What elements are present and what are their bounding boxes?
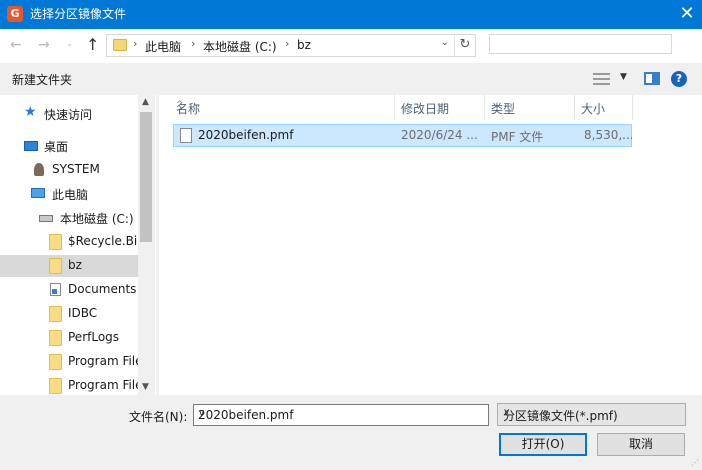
breadcrumb-separator[interactable]: › bbox=[133, 37, 137, 50]
dialog-footer: 文件名(N): 2020beifen.pmf ∨ 分区镜像文件(*.pmf) ∨… bbox=[0, 395, 702, 470]
sidebar-item-system[interactable]: SYSTEM bbox=[0, 159, 138, 181]
scrollbar-thumb[interactable] bbox=[140, 112, 152, 242]
app-icon: G bbox=[7, 6, 23, 22]
sidebar-item-this-pc[interactable]: 此电脑 bbox=[0, 183, 138, 205]
window-title: 选择分区镜像文件 bbox=[30, 7, 127, 21]
breadcrumb-local-disk[interactable]: 本地磁盘 (C:) bbox=[203, 38, 277, 55]
sidebar-item-label: Program File bbox=[68, 354, 138, 368]
scroll-up-icon[interactable]: ▲ bbox=[142, 97, 149, 107]
filename-label: 文件名(N): bbox=[129, 410, 188, 424]
title-bar: G 选择分区镜像文件 ✕ bbox=[0, 0, 702, 29]
folder-icon bbox=[113, 39, 127, 51]
computer-icon bbox=[31, 188, 45, 198]
navigation-bar: ← → ⌄ ↑ › 此电脑 › 本地磁盘 (C:) › bz ⌄ ↻ bbox=[0, 29, 702, 63]
folder-icon bbox=[49, 378, 62, 394]
desktop-icon bbox=[24, 141, 38, 151]
sidebar-item-program-files[interactable]: Program File bbox=[0, 351, 138, 373]
chevron-down-icon: ∨ bbox=[503, 407, 511, 418]
resize-grip-icon[interactable]: ⋰ bbox=[691, 458, 699, 467]
refresh-icon[interactable]: ↻ bbox=[454, 35, 475, 56]
sidebar-item-label: PerfLogs bbox=[68, 330, 120, 344]
sidebar-item-documents[interactable]: Documents bbox=[0, 279, 138, 301]
folder-icon bbox=[49, 258, 62, 274]
new-folder-button[interactable]: 新建文件夹 bbox=[12, 71, 72, 88]
scroll-down-icon[interactable]: ▼ bbox=[142, 382, 149, 392]
sidebar-item-label: 此电脑 bbox=[52, 188, 89, 202]
sidebar-item-label: $Recycle.Bin bbox=[68, 234, 138, 248]
filename-input[interactable]: 2020beifen.pmf ∨ bbox=[193, 404, 489, 426]
sidebar-item-label: Program File bbox=[68, 378, 138, 392]
open-button[interactable]: 打开(O) bbox=[499, 433, 587, 456]
cancel-button[interactable]: 取消 bbox=[597, 433, 685, 456]
sidebar-item-local-disk[interactable]: 本地磁盘 (C:) bbox=[0, 207, 138, 229]
sidebar-item-label: Documents bbox=[68, 282, 137, 296]
sidebar-scrollbar[interactable]: ▲ ▼ bbox=[138, 95, 155, 395]
file-type-select[interactable]: 分区镜像文件(*.pmf) ∨ bbox=[497, 403, 686, 426]
sidebar-item-quick-access[interactable]: ★ 快速访问 bbox=[0, 103, 138, 125]
sidebar-item-perflogs[interactable]: PerfLogs bbox=[0, 327, 138, 349]
recent-locations-icon[interactable]: ⌄ bbox=[66, 39, 73, 48]
folder-icon bbox=[49, 234, 62, 250]
sidebar-item-recycle-bin[interactable]: $Recycle.Bin bbox=[0, 231, 138, 253]
breadcrumb-separator[interactable]: › bbox=[191, 37, 195, 50]
file-size: 8,530,... bbox=[584, 128, 632, 142]
file-date: 2020/6/24 ... bbox=[401, 128, 478, 142]
chevron-down-icon[interactable]: ∨ bbox=[198, 408, 482, 419]
sidebar-item-label: 快速访问 bbox=[44, 108, 93, 122]
back-arrow-icon[interactable]: ← bbox=[10, 37, 22, 53]
file-list: 名称 ^ 修改日期 类型 大小 2020beifen.pmf 2020/6/24… bbox=[159, 95, 702, 395]
sort-ascending-icon: ^ bbox=[176, 100, 184, 110]
file-type: PMF 文件 bbox=[491, 130, 544, 144]
sidebar-item-label: SYSTEM bbox=[52, 162, 100, 176]
column-header-name[interactable]: 名称 ^ bbox=[170, 95, 395, 120]
help-icon[interactable]: ? bbox=[671, 71, 687, 87]
view-dropdown-icon[interactable]: ▼ bbox=[620, 72, 627, 82]
table-row[interactable]: 2020beifen.pmf 2020/6/24 ... PMF 文件 8,53… bbox=[173, 124, 632, 147]
toolbar: 新建文件夹 ▼ ? bbox=[0, 63, 702, 95]
drive-icon bbox=[39, 215, 53, 222]
column-header-date[interactable]: 修改日期 bbox=[395, 95, 485, 120]
chevron-down-icon[interactable]: ⌄ bbox=[441, 37, 449, 48]
sidebar-item-label: IDBC bbox=[68, 306, 98, 320]
sidebar-item-program-files-x86[interactable]: Program File bbox=[0, 375, 138, 395]
navigation-pane: ★ 快速访问 桌面 SYSTEM 此电脑 本地磁盘 (C:) $Recycle.… bbox=[0, 95, 156, 395]
column-header-size[interactable]: 大小 bbox=[575, 95, 633, 120]
forward-arrow-icon[interactable]: → bbox=[38, 37, 50, 53]
sidebar-item-label: bz bbox=[68, 258, 82, 272]
search-input[interactable] bbox=[489, 34, 672, 54]
close-button[interactable]: ✕ bbox=[672, 0, 702, 29]
sidebar-item-label: 本地磁盘 (C:) bbox=[60, 212, 134, 226]
folder-icon bbox=[49, 306, 62, 322]
breadcrumb-separator[interactable]: › bbox=[285, 37, 289, 50]
folder-icon bbox=[49, 330, 62, 346]
view-options-icon[interactable] bbox=[593, 73, 610, 85]
star-icon: ★ bbox=[24, 104, 37, 120]
column-header-type[interactable]: 类型 bbox=[485, 95, 575, 120]
sidebar-item-idbc[interactable]: IDBC bbox=[0, 303, 138, 325]
sidebar-item-desktop[interactable]: 桌面 bbox=[0, 135, 138, 157]
sidebar-item-bz[interactable]: bz bbox=[0, 255, 138, 277]
file-icon bbox=[180, 128, 192, 143]
file-name: 2020beifen.pmf bbox=[198, 128, 294, 142]
folder-icon bbox=[49, 354, 62, 370]
breadcrumb-this-pc[interactable]: 此电脑 bbox=[145, 38, 181, 55]
shortcut-icon bbox=[50, 283, 61, 296]
breadcrumb-bz[interactable]: bz bbox=[297, 38, 311, 52]
up-arrow-icon[interactable]: ↑ bbox=[86, 35, 99, 54]
sidebar-item-label: 桌面 bbox=[44, 140, 69, 154]
address-bar[interactable]: › 此电脑 › 本地磁盘 (C:) › bz ⌄ ↻ bbox=[106, 34, 476, 57]
user-icon bbox=[34, 163, 44, 176]
preview-pane-icon[interactable] bbox=[644, 72, 660, 85]
